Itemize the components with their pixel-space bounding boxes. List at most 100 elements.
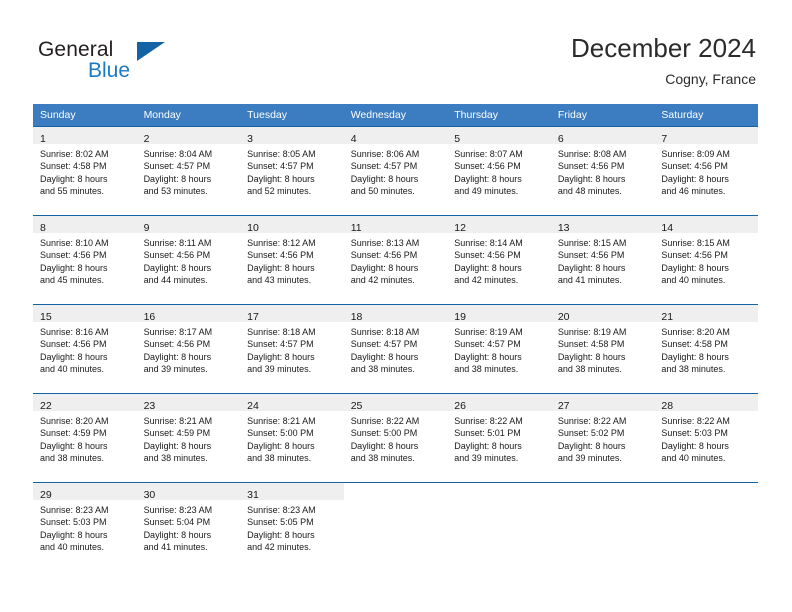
day-cell[interactable]: 19 Sunrise: 8:19 AM Sunset: 4:57 PM Dayligh… [447,305,551,393]
day-cell[interactable]: 10 Sunrise: 8:12 AM Sunset: 4:56 PM Dayligh… [240,216,344,304]
day-number: 19 [454,311,466,323]
sunrise-text: Sunrise: 8:21 AM [247,416,316,426]
day-number-bar: 29 [33,483,137,501]
sunset-text: Sunset: 4:56 PM [557,250,625,261]
day-details: Sunrise: 8:20 AM Sunset: 4:58 PM Daylight:… [654,322,758,376]
day-cell[interactable]: 16 Sunrise: 8:17 AM Sunset: 4:56 PM Dayligh… [136,305,241,393]
calendar-cell [343,482,448,571]
day-cell[interactable]: 4 Sunrise: 8:06 AM Sunset: 4:57 PM Daylight… [343,127,448,215]
day-cell[interactable]: 31 Sunrise: 8:23 AM Sunset: 5:05 PM Dayligh… [240,483,344,571]
day-cell[interactable]: 20 Sunrise: 8:19 AM Sunset: 4:58 PM Dayligh… [550,305,655,393]
day-number: 4 [350,133,357,145]
day-cell[interactable]: 1 Sunrise: 8:02 AM Sunset: 4:58 PM Daylight… [33,127,137,215]
day-cell[interactable]: 22 Sunrise: 8:20 AM Sunset: 4:59 PM Dayligh… [33,394,137,482]
calendar-week-row: 29 Sunrise: 8:23 AM Sunset: 5:03 PM Dayligh… [33,482,758,571]
sunset-text: Sunset: 4:59 PM [40,428,107,439]
day-number: 29 [40,489,52,501]
day-cell[interactable]: 21 Sunrise: 8:20 AM Sunset: 4:58 PM Dayligh… [654,305,758,393]
day-cell[interactable]: 26 Sunrise: 8:22 AM Sunset: 5:01 PM Dayligh… [447,394,551,482]
day-cell[interactable]: 6 Sunrise: 8:08 AM Sunset: 4:56 PM Daylight… [550,127,655,215]
day-cell[interactable]: 12 Sunrise: 8:14 AM Sunset: 4:56 PM Dayligh… [447,216,551,304]
daylight-text-line2: and 40 minutes. [40,364,105,375]
day-cell[interactable]: 17 Sunrise: 8:18 AM Sunset: 4:57 PM Dayligh… [240,305,344,393]
sunrise-text: Sunrise: 8:17 AM [143,327,213,337]
sunset-text: Sunset: 4:57 PM [350,161,418,172]
day-cell[interactable]: 27 Sunrise: 8:22 AM Sunset: 5:02 PM Dayligh… [550,394,655,482]
brand-logo[interactable]: General Blue [38,38,268,88]
day-details: Sunrise: 8:04 AM Sunset: 4:57 PM Daylight:… [137,144,241,198]
day-number-bar [551,483,655,500]
day-cell[interactable]: 5 Sunrise: 8:07 AM Sunset: 4:56 PM Daylight… [447,127,551,215]
calendar-cell: 13 Sunrise: 8:15 AM Sunset: 4:56 PM Dayligh… [550,215,655,305]
daylight-text-line2: and 38 minutes. [247,453,312,464]
day-cell[interactable]: 3 Sunrise: 8:05 AM Sunset: 4:57 PM Daylight… [240,127,344,215]
daylight-text-line2: and 39 minutes. [247,364,312,375]
day-cell[interactable]: 28 Sunrise: 8:22 AM Sunset: 5:03 PM Dayligh… [654,394,758,482]
daylight-text-line1: Daylight: 8 hours [454,173,522,184]
day-number: 6 [557,133,564,145]
daylight-text-line1: Daylight: 8 hours [247,440,315,451]
day-details: Sunrise: 8:09 AM Sunset: 4:56 PM Daylight:… [654,144,758,198]
calendar-cell: 1 Sunrise: 8:02 AM Sunset: 4:58 PM Daylight… [33,126,137,216]
day-details: Sunrise: 8:19 AM Sunset: 4:58 PM Daylight:… [551,322,655,376]
calendar-cell: 28 Sunrise: 8:22 AM Sunset: 5:03 PM Dayligh… [654,393,758,483]
sunrise-text: Sunrise: 8:05 AM [247,149,316,159]
daylight-text-line1: Daylight: 8 hours [247,351,315,362]
day-cell[interactable]: 23 Sunrise: 8:21 AM Sunset: 4:59 PM Dayligh… [136,394,241,482]
sunrise-text: Sunrise: 8:20 AM [661,327,730,337]
daylight-text-line1: Daylight: 8 hours [247,529,315,540]
day-cell[interactable]: 18 Sunrise: 8:18 AM Sunset: 4:57 PM Dayligh… [343,305,448,393]
day-cell[interactable]: 15 Sunrise: 8:16 AM Sunset: 4:56 PM Dayligh… [33,305,137,393]
day-number-bar: 23 [136,394,241,412]
day-number: 17 [247,311,259,323]
day-cell[interactable]: 13 Sunrise: 8:15 AM Sunset: 4:56 PM Dayligh… [550,216,655,304]
day-details: Sunrise: 8:17 AM Sunset: 4:56 PM Daylight:… [137,322,241,376]
daylight-text-line2: and 42 minutes. [454,275,519,286]
day-details: Sunrise: 8:22 AM Sunset: 5:02 PM Daylight:… [551,411,655,465]
day-cell[interactable]: 30 Sunrise: 8:23 AM Sunset: 5:04 PM Dayligh… [136,483,241,571]
sunset-text: Sunset: 4:56 PM [143,250,211,261]
day-cell[interactable]: 29 Sunrise: 8:23 AM Sunset: 5:03 PM Dayligh… [33,483,137,571]
calendar-cell: 19 Sunrise: 8:19 AM Sunset: 4:57 PM Dayligh… [447,304,551,394]
daylight-text-line2: and 38 minutes. [557,364,622,375]
day-number-bar: 14 [654,216,758,234]
sunset-text: Sunset: 4:56 PM [454,161,521,172]
calendar-cell: 23 Sunrise: 8:21 AM Sunset: 4:59 PM Dayligh… [136,393,241,483]
sunrise-text: Sunrise: 8:09 AM [661,149,730,159]
brand-name-blue: Blue [88,59,131,82]
sunset-text: Sunset: 5:02 PM [557,428,625,439]
sunrise-text: Sunrise: 8:15 AM [557,238,627,248]
blue-triangle-flag-icon [137,42,165,61]
daylight-text-line2: and 38 minutes. [40,453,105,464]
day-cell[interactable]: 9 Sunrise: 8:11 AM Sunset: 4:56 PM Daylight… [136,216,241,304]
calendar-cell: 17 Sunrise: 8:18 AM Sunset: 4:57 PM Dayligh… [240,304,344,394]
day-number-bar: 12 [447,216,551,234]
daylight-text-line2: and 48 minutes. [557,186,622,197]
day-cell[interactable]: 25 Sunrise: 8:22 AM Sunset: 5:00 PM Dayligh… [343,394,448,482]
day-details: Sunrise: 8:23 AM Sunset: 5:03 PM Daylight:… [33,500,137,554]
day-number-bar: 1 [33,127,137,145]
day-cell[interactable]: 24 Sunrise: 8:21 AM Sunset: 5:00 PM Dayligh… [240,394,344,482]
calendar-cell: 30 Sunrise: 8:23 AM Sunset: 5:04 PM Dayligh… [136,482,241,571]
day-number: 15 [40,311,52,323]
daylight-text-line1: Daylight: 8 hours [454,351,522,362]
sunset-text: Sunset: 4:58 PM [557,339,625,350]
day-cell[interactable]: 7 Sunrise: 8:09 AM Sunset: 4:56 PM Daylight… [654,127,758,215]
day-cell[interactable]: 2 Sunrise: 8:04 AM Sunset: 4:57 PM Daylight… [136,127,241,215]
day-cell[interactable]: 8 Sunrise: 8:10 AM Sunset: 4:56 PM Daylight… [33,216,137,304]
calendar-cell: 15 Sunrise: 8:16 AM Sunset: 4:56 PM Dayligh… [33,304,137,394]
sunrise-text: Sunrise: 8:10 AM [40,238,109,248]
day-details: Sunrise: 8:21 AM Sunset: 4:59 PM Daylight:… [137,411,241,465]
daylight-text-line1: Daylight: 8 hours [661,351,729,362]
daylight-text-line2: and 55 minutes. [40,186,105,197]
sunset-text: Sunset: 5:04 PM [143,517,211,528]
day-cell[interactable]: 11 Sunrise: 8:13 AM Sunset: 4:56 PM Dayligh… [343,216,448,304]
day-number-bar: 11 [343,216,448,234]
calendar-body: 1 Sunrise: 8:02 AM Sunset: 4:58 PM Daylight… [33,126,758,571]
day-number: 14 [661,222,674,234]
day-cell[interactable]: 14 Sunrise: 8:15 AM Sunset: 4:56 PM Dayligh… [654,216,758,304]
calendar-cell: 26 Sunrise: 8:22 AM Sunset: 5:01 PM Dayligh… [447,393,551,483]
daylight-text-line2: and 38 minutes. [454,364,519,375]
day-details [447,500,551,504]
sunset-text: Sunset: 4:58 PM [40,161,107,172]
